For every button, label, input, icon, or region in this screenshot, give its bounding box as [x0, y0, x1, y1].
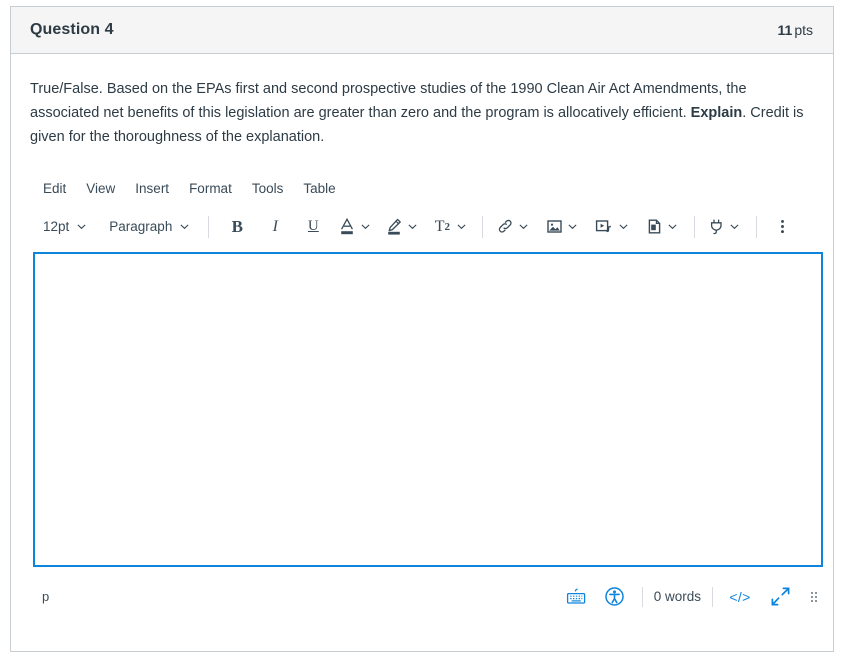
superscript-button[interactable]: T2: [431, 213, 473, 241]
fullscreen-expand-icon: [771, 587, 789, 606]
document-icon: [644, 213, 664, 241]
html-editor-button[interactable]: </>: [721, 584, 759, 610]
question-text-emphasis: Explain: [690, 105, 743, 122]
chevron-down-icon: [361, 224, 370, 230]
link-button[interactable]: [495, 213, 535, 241]
word-count[interactable]: 0 words: [651, 589, 704, 604]
image-button[interactable]: [544, 213, 584, 241]
editor-toolbar: 12pt Paragraph B I U T 2: [31, 209, 814, 245]
statusbar-tools: 0 words </>: [558, 584, 823, 610]
menu-table[interactable]: Table: [293, 178, 345, 199]
question-text-part1: True/False. Based on the EPAs first and …: [30, 81, 747, 122]
keyboard-shortcuts-icon: [566, 588, 585, 604]
editor-menubar: Edit View Insert Format Tools Table: [31, 176, 814, 202]
toolbar-divider: [694, 215, 696, 238]
resize-grip-icon[interactable]: [811, 591, 817, 602]
more-options-kebab-icon: [780, 220, 784, 234]
image-icon: [544, 213, 564, 241]
menu-insert[interactable]: Insert: [125, 178, 179, 199]
editor-statusbar: p 0 words </>: [33, 580, 823, 614]
question-text: True/False. Based on the EPAs first and …: [30, 77, 812, 150]
font-size-value: 12pt: [43, 219, 70, 235]
fullscreen-button[interactable]: [759, 584, 801, 610]
menu-view[interactable]: View: [76, 178, 125, 199]
font-size-select[interactable]: 12pt: [37, 219, 93, 234]
chevron-down-icon: [77, 224, 86, 230]
menu-edit[interactable]: Edit: [35, 178, 76, 199]
highlight-color-icon: [384, 213, 404, 241]
accessibility-checker-icon: [605, 587, 624, 606]
html-editor-icon: </>: [729, 588, 751, 605]
statusbar-divider: [641, 586, 643, 607]
chevron-down-icon: [730, 224, 739, 230]
menu-format[interactable]: Format: [179, 178, 242, 199]
question-points: 11 pts: [778, 22, 814, 38]
chevron-down-icon: [457, 224, 466, 230]
text-color-button[interactable]: [337, 213, 377, 241]
statusbar-divider: [712, 586, 713, 607]
toolbar-divider: [756, 215, 758, 238]
question-header: Question 4 11 pts: [11, 7, 833, 54]
points-value: 11: [777, 22, 793, 38]
chevron-down-icon: [568, 224, 577, 230]
media-button[interactable]: [593, 213, 635, 241]
block-format-value: Paragraph: [109, 219, 173, 235]
toolbar-divider: [208, 215, 210, 238]
chevron-down-icon: [668, 224, 677, 230]
media-icon: [593, 213, 615, 241]
superscript-icon: T2: [431, 213, 453, 241]
points-unit: pts: [794, 22, 813, 38]
underline-button[interactable]: U: [298, 213, 328, 241]
question-card: Question 4 11 pts True/False. Based on th…: [10, 6, 834, 652]
italic-button[interactable]: I: [260, 213, 290, 241]
italic-icon: I: [272, 217, 278, 235]
document-button[interactable]: [644, 213, 684, 241]
editor-content-area[interactable]: [33, 251, 823, 567]
bold-icon: B: [231, 216, 243, 236]
chevron-down-icon: [619, 224, 628, 230]
chevron-down-icon: [408, 224, 417, 230]
apps-plug-icon: [706, 213, 726, 241]
text-color-icon: [337, 213, 357, 241]
apps-button[interactable]: [706, 213, 746, 241]
chevron-down-icon: [519, 224, 528, 230]
rich-text-editor: Edit View Insert Format Tools Table 12pt…: [30, 176, 823, 614]
superscript-base: T: [434, 217, 445, 235]
menu-tools[interactable]: Tools: [242, 178, 294, 199]
toolbar-divider: [482, 215, 484, 238]
question-body: True/False. Based on the EPAs first and …: [11, 54, 833, 614]
bold-button[interactable]: B: [222, 213, 252, 241]
highlight-color-button[interactable]: [384, 213, 424, 241]
chevron-down-icon: [180, 224, 189, 230]
more-options-button[interactable]: [771, 213, 793, 241]
link-icon: [495, 213, 515, 241]
keyboard-shortcuts-button[interactable]: [558, 584, 596, 610]
underline-icon: U: [307, 218, 319, 235]
superscript-exponent: 2: [444, 220, 450, 233]
element-path[interactable]: p: [33, 589, 49, 604]
block-format-select[interactable]: Paragraph: [103, 219, 196, 234]
question-title: Question 4: [30, 21, 114, 38]
accessibility-checker-button[interactable]: [596, 584, 634, 610]
